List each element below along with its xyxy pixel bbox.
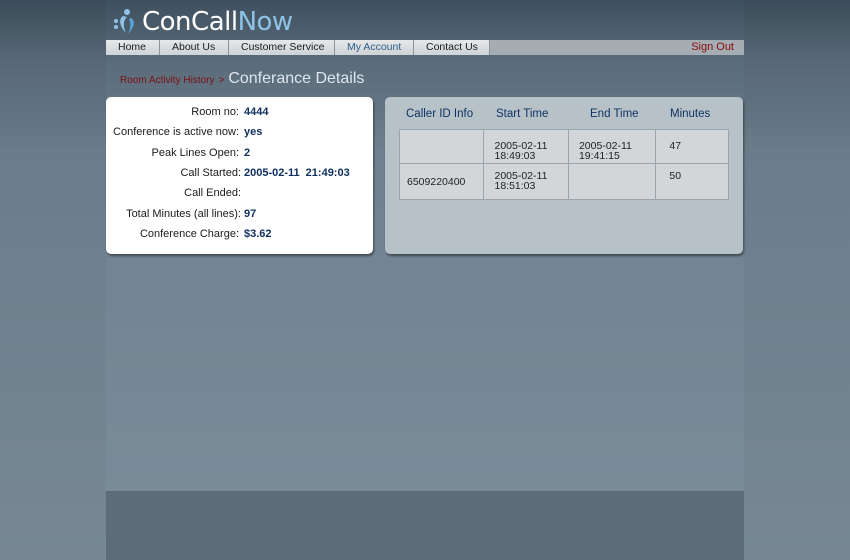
- nav-about-us[interactable]: About Us: [160, 40, 229, 55]
- cell-caller-id: [398, 129, 485, 164]
- cell-start-time: 2005-02-11 18:51:03: [483, 163, 569, 200]
- nav-home[interactable]: Home: [106, 40, 160, 55]
- header-minutes: Minutes: [670, 108, 711, 120]
- info-value-active: yes: [244, 126, 263, 138]
- nav-contact-us[interactable]: Contact Us: [414, 40, 490, 55]
- footer-band: [106, 491, 744, 560]
- nav-my-account[interactable]: My Account: [335, 40, 414, 55]
- logo-text: ConCallNow: [142, 7, 293, 37]
- table-row: 6509220400 2005-02-11 18:51:03 50: [398, 163, 729, 200]
- cell-caller-id: 6509220400: [398, 163, 485, 200]
- page-title: Conferance Details: [228, 70, 365, 87]
- info-value-charge: $3.62: [244, 228, 272, 240]
- cell-end-time: [567, 163, 657, 200]
- cell-start-time: 2005-02-11 18:49:03: [483, 129, 569, 164]
- logo-people-icon: [112, 7, 142, 37]
- header-caller-id: Caller ID Info: [406, 108, 474, 120]
- cell-minutes: 47: [655, 129, 729, 164]
- call-started-time: 21:49:03: [305, 167, 350, 179]
- conference-info-panel: Room no: 4444 Conference is active now: …: [106, 97, 373, 254]
- sign-out-link[interactable]: Sign Out: [681, 40, 744, 55]
- minutes-value: 47: [669, 140, 682, 152]
- start-time: 18:51:03: [494, 180, 536, 192]
- info-row-peak-lines: Peak Lines Open: 2: [106, 147, 373, 161]
- caller-id-value: 6509220400: [407, 176, 466, 188]
- info-row-active: Conference is active now: yes: [106, 126, 373, 140]
- minutes-value: 50: [669, 170, 682, 182]
- info-value-total-minutes: 97: [244, 208, 257, 220]
- background-side-left: [0, 0, 106, 560]
- info-label-call-ended: Call Ended:: [184, 187, 241, 199]
- background-side-right: [744, 0, 850, 560]
- info-row-charge: Conference Charge: $3.62: [106, 228, 373, 242]
- info-row-call-started: Call Started: 2005-02-11 21:49:03: [106, 167, 373, 181]
- logo-text-now: Now: [237, 7, 294, 37]
- header-end-time: End Time: [590, 108, 639, 120]
- info-label-charge: Conference Charge:: [139, 228, 239, 240]
- call-lines-table: 2005-02-11 18:49:03 2005-02-11 19:41:15 47…: [398, 129, 729, 200]
- end-time: 19:41:15: [578, 150, 620, 162]
- info-value-call-started: 2005-02-11 21:49:03: [244, 167, 350, 179]
- info-label-active: Conference is active now:: [113, 126, 239, 138]
- info-label-room: Room no:: [191, 106, 239, 118]
- call-lines-panel: Caller ID Info Start Time End Time Minut…: [385, 97, 743, 254]
- call-started-date: 2005-02-11: [244, 167, 300, 179]
- logo[interactable]: ConCallNow: [112, 6, 293, 38]
- nav-customer-service[interactable]: Customer Service: [229, 40, 335, 55]
- info-row-total-minutes: Total Minutes (all lines): 97: [106, 208, 373, 222]
- info-row-room: Room no: 4444: [106, 106, 373, 120]
- info-value-room: 4444: [244, 106, 269, 118]
- cell-end-time: 2005-02-11 19:41:15: [567, 129, 657, 164]
- info-value-peak-lines: 2: [244, 147, 251, 159]
- logo-text-concall: ConCall: [142, 7, 238, 37]
- main-nav: Home About Us Customer Service My Accoun…: [106, 40, 744, 55]
- start-time: 18:49:03: [494, 150, 536, 162]
- info-label-total-minutes: Total Minutes (all lines):: [126, 208, 241, 220]
- cell-minutes: 50: [655, 163, 729, 200]
- table-row: 2005-02-11 18:49:03 2005-02-11 19:41:15 47: [398, 129, 729, 164]
- info-row-call-ended: Call Ended:: [106, 187, 373, 201]
- info-label-peak-lines: Peak Lines Open:: [151, 147, 239, 159]
- breadcrumb-separator: >: [218, 75, 225, 86]
- header-start-time: Start Time: [496, 108, 549, 120]
- info-label-call-started: Call Started:: [180, 167, 241, 179]
- breadcrumb-room-activity-link[interactable]: Room Activity History: [120, 75, 214, 86]
- breadcrumb: Room Activity History > Conferance Detai…: [120, 70, 364, 88]
